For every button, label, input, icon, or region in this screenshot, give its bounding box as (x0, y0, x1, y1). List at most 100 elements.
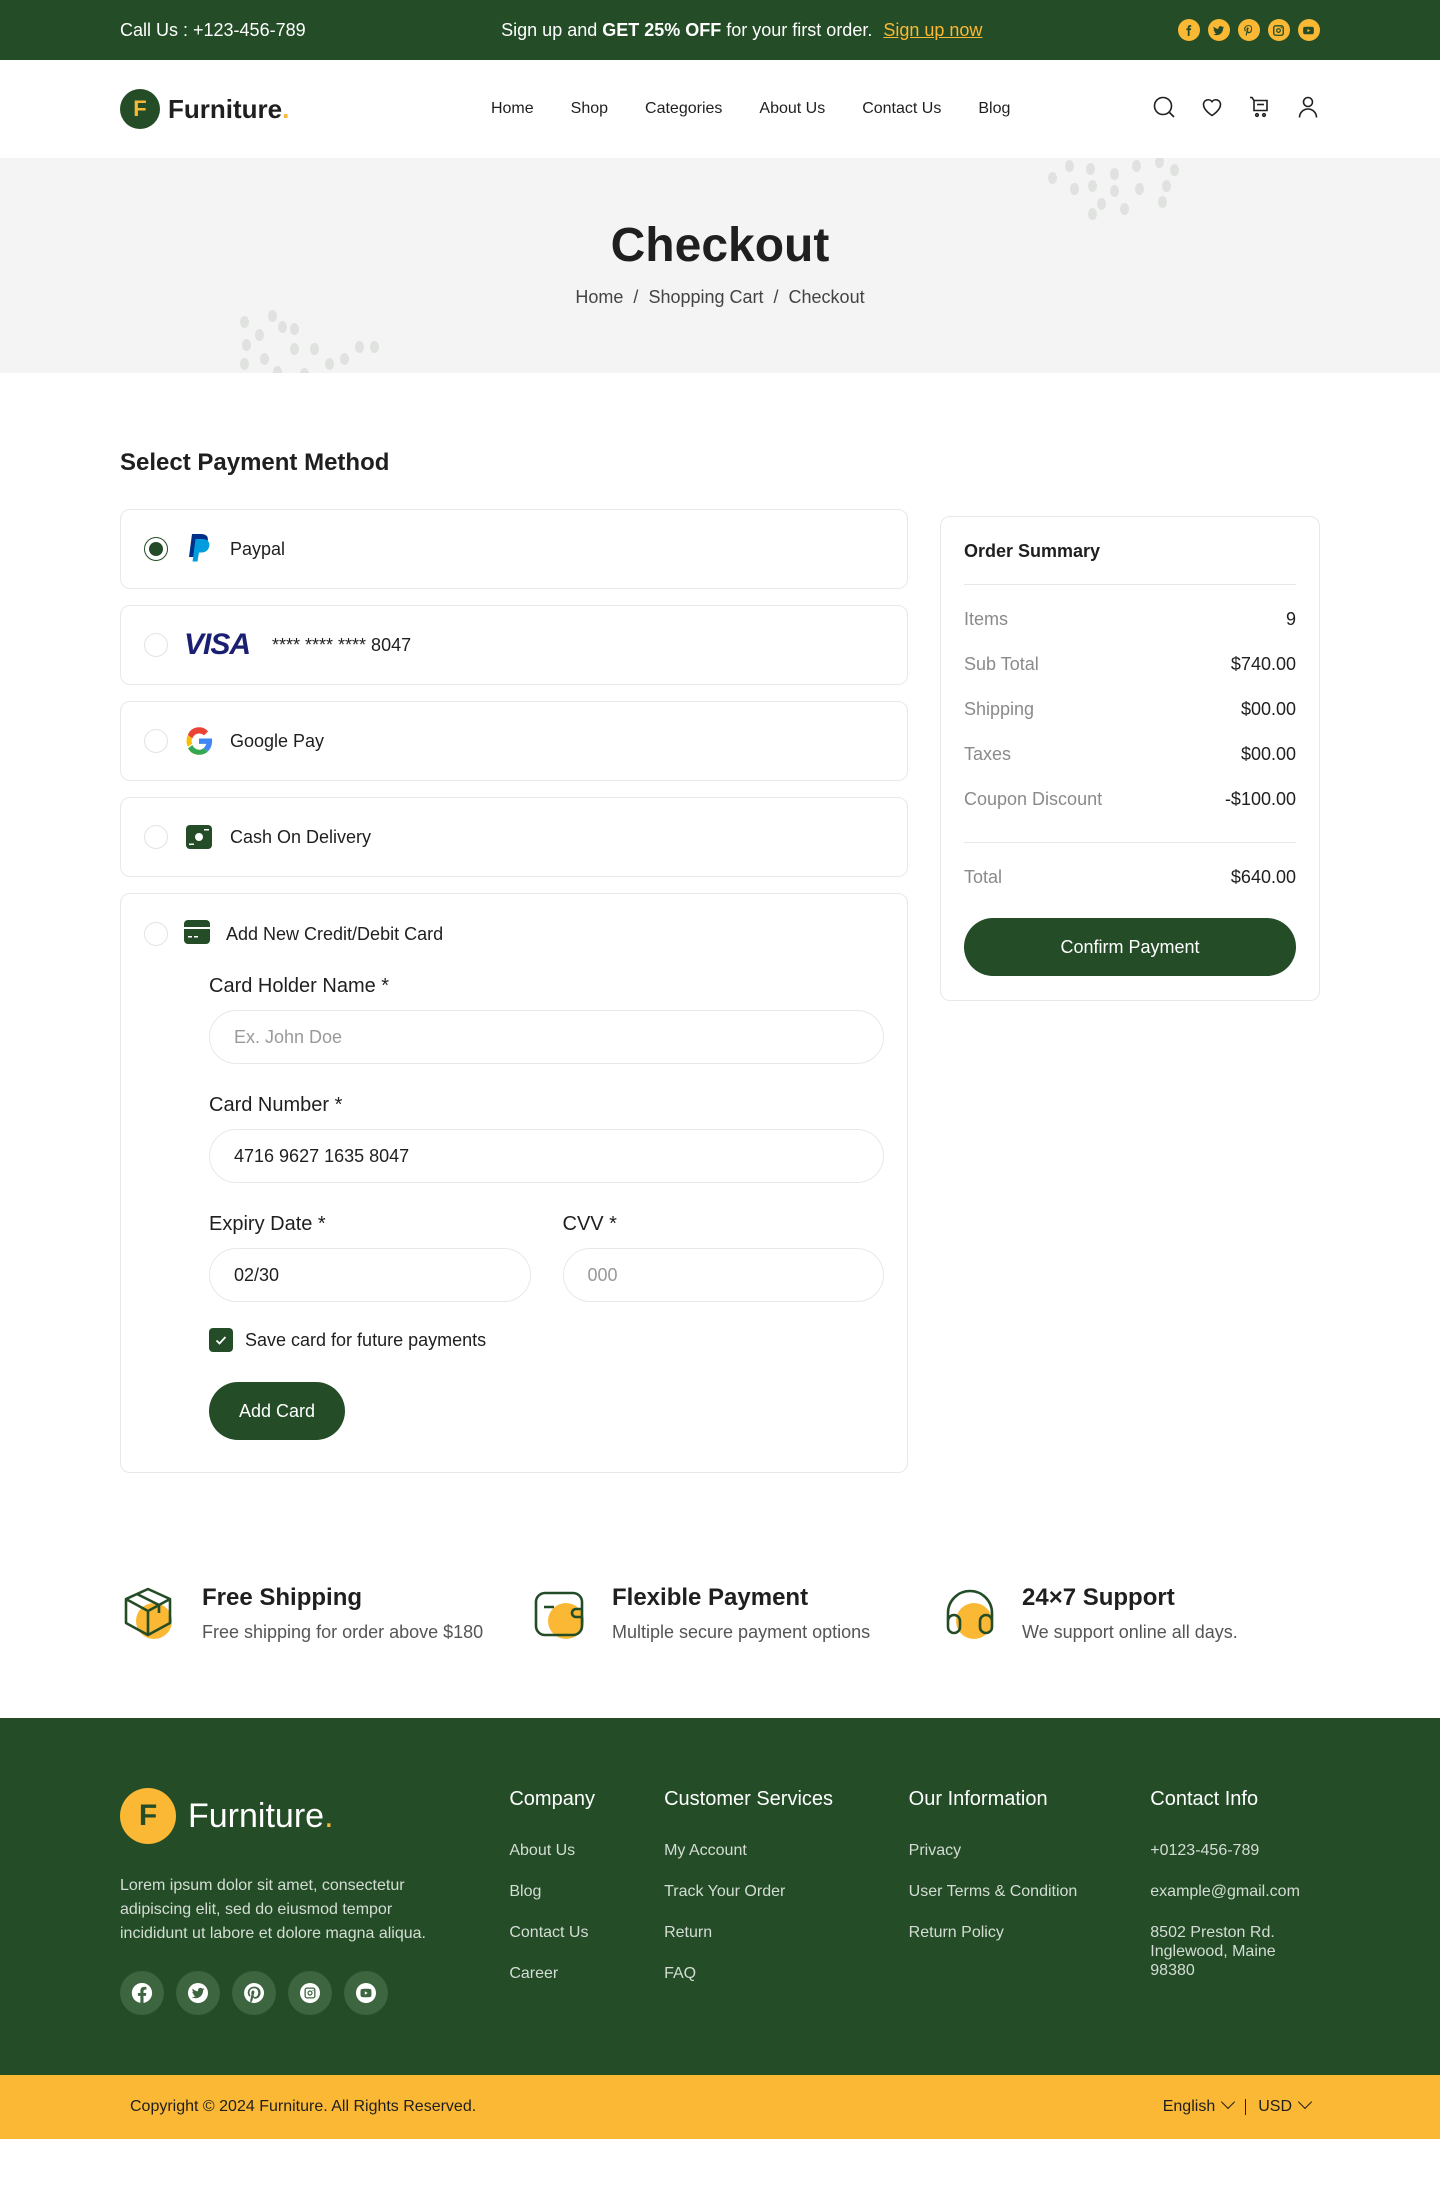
footer-column-our-information: Our Information Privacy User Terms & Con… (909, 1788, 1151, 2015)
summary-row-taxes: Taxes $00.00 (964, 744, 1296, 764)
summary-row-items: Items 9 (964, 609, 1296, 629)
payment-option-new-card[interactable]: Add New Credit/Debit Card (144, 917, 884, 951)
save-card-checkbox[interactable] (209, 1328, 233, 1352)
social-links (1177, 19, 1320, 41)
feature-support: 24×7 Support We support online all days. (940, 1583, 1320, 1643)
top-bar: Call Us : +123-456-789 Sign up and GET 2… (0, 0, 1440, 60)
card-number-input[interactable]: 4716 9627 1635 8047 (209, 1129, 884, 1183)
footer-link[interactable]: Blog (509, 1882, 664, 1901)
instagram-icon[interactable] (288, 1971, 332, 2015)
site-footer: F Furniture. Lorem ipsum dolor sit amet,… (0, 1718, 1440, 2075)
youtube-icon[interactable] (1297, 19, 1320, 41)
footer-link[interactable]: Return (664, 1923, 909, 1942)
footer-column-title: Contact Info (1150, 1788, 1259, 1810)
cvv-input[interactable]: 000 (562, 1248, 884, 1302)
heart-icon[interactable] (1200, 95, 1224, 124)
footer-email[interactable]: example@gmail.com (1150, 1882, 1320, 1901)
payment-section-title: Select Payment Method (120, 449, 390, 476)
facebook-icon[interactable] (1177, 19, 1200, 41)
divider (964, 842, 1296, 843)
twitter-icon[interactable] (176, 1971, 220, 2015)
card-holder-input[interactable]: Ex. John Doe (209, 1010, 884, 1064)
footer-column-title: Our Information (908, 1788, 1048, 1810)
footer-link[interactable]: Privacy (909, 1841, 1151, 1860)
breadcrumb-current: Checkout (788, 287, 865, 307)
summary-row-shipping: Shipping $00.00 (964, 699, 1296, 719)
visa-icon: VISA (184, 628, 251, 661)
sign-up-link[interactable]: Sign up now (883, 20, 982, 40)
search-icon[interactable] (1152, 95, 1176, 124)
check-icon (215, 1336, 227, 1345)
logo[interactable]: F Furniture. (120, 89, 289, 129)
feature-free-shipping: Free Shipping Free shipping for order abo… (120, 1583, 500, 1643)
language-select[interactable]: English (1163, 2094, 1236, 2116)
logo-badge-icon: F (120, 1788, 176, 1844)
radio-unselected[interactable] (144, 729, 168, 753)
breadcrumb-home[interactable]: Home (575, 287, 623, 307)
footer-link[interactable]: About Us (509, 1841, 664, 1860)
footer-address: 8502 Preston Rd. Inglewood, Maine 98380 (1150, 1924, 1276, 1979)
main-nav: Home Shop Categories About Us Contact Us… (491, 100, 1010, 118)
nav-about-us[interactable]: About Us (759, 100, 825, 118)
chevron-down-icon (1297, 2094, 1313, 2110)
nav-contact-us[interactable]: Contact Us (862, 100, 941, 118)
footer-link[interactable]: Contact Us (509, 1923, 664, 1942)
checkout-main: Select Payment Method Paypal VISA **** *… (0, 373, 1440, 1583)
footer-phone[interactable]: +0123-456-789 (1150, 1841, 1320, 1860)
nav-categories[interactable]: Categories (645, 100, 722, 118)
confirm-payment-button[interactable]: Confirm Payment (964, 918, 1296, 976)
twitter-icon[interactable] (1207, 19, 1230, 41)
footer-logo[interactable]: F Furniture. (120, 1788, 509, 1844)
footer-link[interactable]: Career (509, 1964, 664, 1983)
add-card-button[interactable]: Add Card (209, 1382, 346, 1440)
youtube-icon[interactable] (344, 1971, 388, 2015)
expiry-date-label: Expiry Date * (209, 1213, 326, 1235)
footer-link[interactable]: FAQ (664, 1964, 909, 1983)
chevron-down-icon (1221, 2094, 1236, 2110)
payment-option-paypal[interactable]: Paypal (120, 509, 908, 589)
order-summary: Order Summary Items 9 Sub Total $740.00 Sh… (940, 516, 1320, 1001)
new-card-form: Card Holder Name * Ex. John Doe Card Num… (144, 975, 884, 1440)
footer-link[interactable]: Return Policy (909, 1923, 1151, 1942)
currency-select[interactable]: USD (1258, 2094, 1313, 2116)
card-holder-label: Card Holder Name * (209, 975, 390, 997)
copyright-text: Copyright © 2024 Furniture. All Rights R… (130, 2098, 477, 2115)
feature-text: Multiple secure payment options (612, 1621, 871, 1642)
radio-unselected[interactable] (144, 825, 168, 849)
nav-shop[interactable]: Shop (571, 100, 608, 118)
user-icon[interactable] (1296, 95, 1320, 124)
feature-text: We support online all days. (1022, 1621, 1238, 1642)
pinterest-icon[interactable] (232, 1971, 276, 2015)
copyright-bar: Copyright © 2024 Furniture. All Rights R… (0, 2075, 1440, 2139)
nav-home[interactable]: Home (491, 100, 534, 118)
radio-unselected[interactable] (144, 922, 168, 946)
radio-unselected[interactable] (144, 633, 168, 657)
feature-text: Free shipping for order above $180 (202, 1621, 484, 1642)
footer-brand: F Furniture. Lorem ipsum dolor sit amet,… (120, 1788, 509, 2015)
call-us-text: Call Us : +123-456-789 (120, 19, 306, 40)
footer-social-links (120, 1971, 509, 2015)
payment-option-label: Add New Credit/Debit Card (226, 923, 444, 944)
breadcrumb: Home / Shopping Cart / Checkout (575, 287, 865, 307)
box-icon (124, 1587, 172, 1639)
summary-row-subtotal: Sub Total $740.00 (964, 654, 1296, 674)
breadcrumb-shopping-cart[interactable]: Shopping Cart (648, 287, 763, 307)
facebook-icon[interactable] (120, 1971, 164, 2015)
radio-selected[interactable] (144, 537, 168, 561)
cart-icon[interactable] (1248, 95, 1272, 124)
footer-link[interactable]: Track Your Order (664, 1882, 909, 1901)
payment-option-google-pay[interactable]: Google Pay (120, 701, 908, 781)
save-card-label: Save card for future payments (245, 1329, 487, 1350)
order-summary-title: Order Summary (964, 541, 1296, 585)
expiry-date-input[interactable]: 02/30 (209, 1248, 531, 1302)
feature-title: Free Shipping (202, 1583, 363, 1611)
instagram-icon[interactable] (1267, 19, 1290, 41)
footer-column-title: Company (509, 1788, 595, 1810)
pinterest-icon[interactable] (1237, 19, 1260, 41)
nav-blog[interactable]: Blog (978, 100, 1010, 118)
footer-link[interactable]: My Account (664, 1841, 909, 1860)
footer-link[interactable]: User Terms & Condition (909, 1882, 1151, 1901)
credit-card-icon (184, 919, 210, 949)
payment-option-visa[interactable]: VISA **** **** **** 8047 (120, 605, 908, 685)
payment-option-cash-on-delivery[interactable]: Cash On Delivery (120, 797, 908, 877)
